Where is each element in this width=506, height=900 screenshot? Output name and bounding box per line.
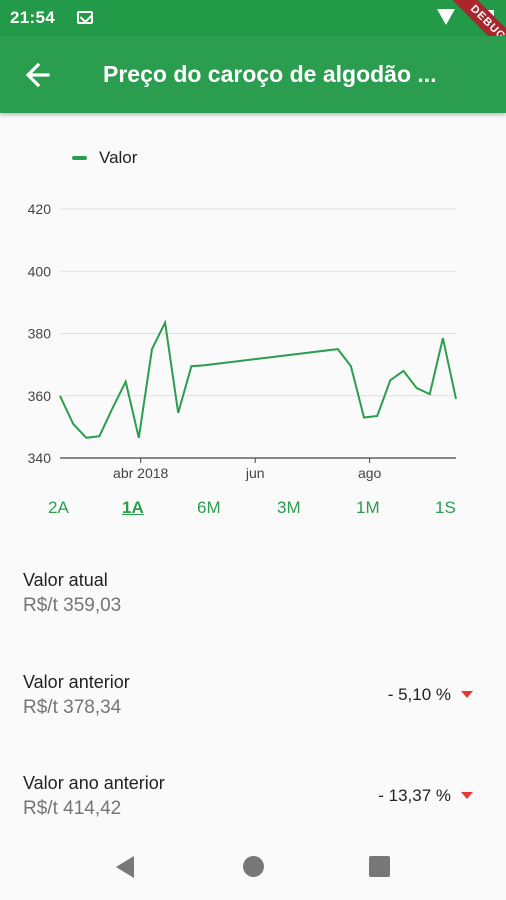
- wifi-icon: [437, 9, 455, 25]
- x-tick-label: ago: [358, 465, 382, 481]
- range-tab-6m[interactable]: 6M: [197, 498, 221, 518]
- last-year-change-text: - 13,37 %: [378, 786, 451, 805]
- arrow-down-icon: [461, 792, 473, 799]
- range-tab-1s[interactable]: 1S: [435, 498, 456, 518]
- x-tick-label: abr 2018: [113, 465, 168, 481]
- arrow-back-icon: [25, 62, 50, 88]
- y-tick-label: 400: [28, 263, 52, 279]
- range-tabs: 2A 1A 6M 3M 1M 1S: [0, 498, 506, 526]
- y-tick-label: 360: [28, 388, 52, 404]
- page-title: Preço do caroço de algodão ...: [103, 61, 437, 87]
- previous-value-row: Valor anterior R$/t 378,34 - 5,10 %: [23, 672, 483, 719]
- nav-recents-icon[interactable]: [369, 856, 390, 877]
- legend-label: Valor: [99, 148, 138, 167]
- nav-back-icon[interactable]: [116, 856, 134, 878]
- nav-home-icon[interactable]: [243, 856, 264, 877]
- x-tick-label: jun: [245, 465, 265, 481]
- range-tab-1a[interactable]: 1A: [122, 498, 144, 518]
- series-line-valor: [59, 319, 457, 439]
- arrow-down-icon: [461, 691, 473, 698]
- range-tab-1m[interactable]: 1M: [356, 498, 380, 518]
- current-value-amount: R$/t 359,03: [23, 595, 122, 616]
- system-nav-bar: [0, 832, 506, 900]
- current-value-label: Valor atual: [23, 570, 108, 590]
- range-tab-2a[interactable]: 2A: [48, 498, 69, 518]
- back-button[interactable]: [14, 50, 64, 100]
- previous-value-change: - 5,10 %: [388, 685, 473, 705]
- legend-swatch: [72, 156, 87, 160]
- y-tick-label: 420: [28, 201, 52, 217]
- range-tab-3m[interactable]: 3M: [277, 498, 301, 518]
- status-time: 21:54: [10, 8, 55, 27]
- last-year-value-row: Valor ano anterior R$/t 414,42 - 13,37 %: [23, 773, 483, 820]
- current-value-row: Valor atual R$/t 359,03: [23, 570, 483, 617]
- price-chart: 340 360 380 400 420 abr 2018 jun ago: [28, 201, 457, 481]
- previous-change-text: - 5,10 %: [387, 685, 451, 704]
- last-year-value-change: - 13,37 %: [378, 786, 473, 806]
- status-bar: 21:54 DEBUG: [0, 0, 506, 72]
- y-tick-label: 340: [28, 450, 52, 466]
- y-tick-label: 380: [28, 326, 52, 342]
- mail-notification-icon: [77, 11, 93, 24]
- app-bar: Preço do caroço de algodão ...: [0, 36, 506, 113]
